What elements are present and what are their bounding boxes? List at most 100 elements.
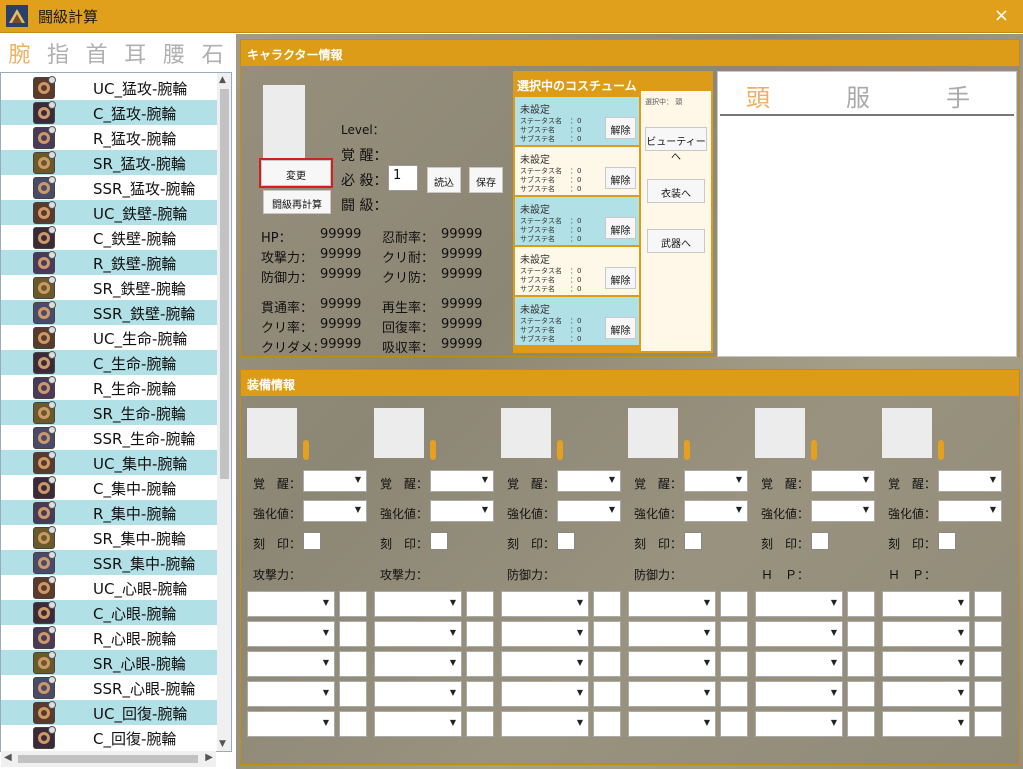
substat-value-input[interactable] xyxy=(593,681,621,707)
list-item[interactable]: R_猛攻-腕輪 xyxy=(1,125,218,150)
beauty-button[interactable]: ビューティーへ xyxy=(645,127,707,163)
release-button[interactable]: 解除 xyxy=(605,167,636,189)
substat-value-input[interactable] xyxy=(466,591,494,617)
substat-select[interactable]: ▼ xyxy=(501,621,589,647)
seal-checkbox[interactable] xyxy=(684,532,702,550)
awaken-select[interactable]: ▼ xyxy=(303,470,367,492)
enhance-select[interactable]: ▼ xyxy=(811,500,875,522)
substat-select[interactable]: ▼ xyxy=(882,681,970,707)
list-item[interactable]: R_生命-腕輪 xyxy=(1,375,218,400)
horizontal-scrollbar[interactable]: ◀ ▶ xyxy=(1,751,216,767)
substat-value-input[interactable] xyxy=(339,591,367,617)
tab-ring[interactable]: 指 xyxy=(47,37,69,69)
tab-bracelet[interactable]: 腕 xyxy=(8,37,30,69)
clothes-button[interactable]: 衣装へ xyxy=(647,179,705,203)
list-item[interactable]: UC_生命-腕輪 xyxy=(1,325,218,350)
awaken-select[interactable]: ▼ xyxy=(430,470,494,492)
scroll-up-icon[interactable]: ▲ xyxy=(219,75,226,85)
list-item[interactable]: SR_猛攻-腕輪 xyxy=(1,150,218,175)
tab-hand[interactable]: 手 xyxy=(946,78,970,113)
tab-clothes[interactable]: 服 xyxy=(846,78,870,113)
tab-ear[interactable]: 耳 xyxy=(124,37,146,69)
substat-select[interactable]: ▼ xyxy=(247,621,335,647)
substat-select[interactable]: ▼ xyxy=(628,651,716,677)
substat-select[interactable]: ▼ xyxy=(501,681,589,707)
substat-value-input[interactable] xyxy=(339,711,367,737)
awaken-select[interactable]: ▼ xyxy=(684,470,748,492)
substat-value-input[interactable] xyxy=(974,621,1002,647)
equip-image[interactable] xyxy=(755,408,805,458)
enhance-select[interactable]: ▼ xyxy=(938,500,1002,522)
substat-value-input[interactable] xyxy=(466,621,494,647)
list-item[interactable]: C_鉄壁-腕輪 xyxy=(1,225,218,250)
list-item[interactable]: SSR_生命-腕輪 xyxy=(1,425,218,450)
substat-select[interactable]: ▼ xyxy=(501,711,589,737)
substat-value-input[interactable] xyxy=(847,681,875,707)
equip-image[interactable] xyxy=(628,408,678,458)
substat-select[interactable]: ▼ xyxy=(755,621,843,647)
seal-checkbox[interactable] xyxy=(303,532,321,550)
substat-value-input[interactable] xyxy=(720,591,748,617)
list-item[interactable]: C_集中-腕輪 xyxy=(1,475,218,500)
special-input[interactable]: 1 xyxy=(388,165,418,191)
seal-checkbox[interactable] xyxy=(938,532,956,550)
list-item[interactable]: SSR_鉄壁-腕輪 xyxy=(1,300,218,325)
equip-image[interactable] xyxy=(501,408,551,458)
equip-image[interactable] xyxy=(374,408,424,458)
substat-select[interactable]: ▼ xyxy=(628,621,716,647)
substat-select[interactable]: ▼ xyxy=(628,711,716,737)
substat-value-input[interactable] xyxy=(466,651,494,677)
awaken-select[interactable]: ▼ xyxy=(938,470,1002,492)
substat-select[interactable]: ▼ xyxy=(755,681,843,707)
substat-select[interactable]: ▼ xyxy=(374,651,462,677)
substat-value-input[interactable] xyxy=(974,711,1002,737)
save-button[interactable]: 保存 xyxy=(469,167,503,193)
substat-value-input[interactable] xyxy=(847,711,875,737)
tab-head[interactable]: 頭 xyxy=(746,78,770,113)
load-button[interactable]: 読込 xyxy=(427,167,461,193)
substat-value-input[interactable] xyxy=(847,591,875,617)
substat-value-input[interactable] xyxy=(593,591,621,617)
substat-select[interactable]: ▼ xyxy=(882,711,970,737)
substat-value-input[interactable] xyxy=(720,621,748,647)
list-item[interactable]: SSR_猛攻-腕輪 xyxy=(1,175,218,200)
substat-select[interactable]: ▼ xyxy=(628,681,716,707)
release-button[interactable]: 解除 xyxy=(605,117,636,139)
substat-select[interactable]: ▼ xyxy=(882,591,970,617)
substat-select[interactable]: ▼ xyxy=(501,651,589,677)
enhance-select[interactable]: ▼ xyxy=(557,500,621,522)
tab-stone[interactable]: 石 xyxy=(202,37,224,69)
substat-select[interactable]: ▼ xyxy=(247,651,335,677)
substat-select[interactable]: ▼ xyxy=(755,591,843,617)
list-item[interactable]: UC_回復-腕輪 xyxy=(1,700,218,725)
list-item[interactable]: UC_心眼-腕輪 xyxy=(1,575,218,600)
list-item[interactable]: C_猛攻-腕輪 xyxy=(1,100,218,125)
substat-value-input[interactable] xyxy=(720,681,748,707)
seal-checkbox[interactable] xyxy=(811,532,829,550)
substat-value-input[interactable] xyxy=(847,651,875,677)
substat-select[interactable]: ▼ xyxy=(247,591,335,617)
substat-value-input[interactable] xyxy=(593,711,621,737)
substat-select[interactable]: ▼ xyxy=(882,651,970,677)
change-button[interactable]: 変更 xyxy=(259,158,333,188)
list-item[interactable]: R_集中-腕輪 xyxy=(1,500,218,525)
substat-select[interactable]: ▼ xyxy=(755,711,843,737)
list-item[interactable]: SSR_心眼-腕輪 xyxy=(1,675,218,700)
substat-value-input[interactable] xyxy=(974,681,1002,707)
substat-value-input[interactable] xyxy=(974,591,1002,617)
substat-select[interactable]: ▼ xyxy=(374,621,462,647)
list-item[interactable]: SR_心眼-腕輪 xyxy=(1,650,218,675)
list-item[interactable]: SR_鉄壁-腕輪 xyxy=(1,275,218,300)
substat-value-input[interactable] xyxy=(847,621,875,647)
enhance-select[interactable]: ▼ xyxy=(430,500,494,522)
scroll-thumb[interactable] xyxy=(220,89,229,479)
list-item[interactable]: UC_猛攻-腕輪 xyxy=(1,75,218,100)
substat-value-input[interactable] xyxy=(720,711,748,737)
tab-waist[interactable]: 腰 xyxy=(163,37,185,69)
substat-select[interactable]: ▼ xyxy=(628,591,716,617)
substat-select[interactable]: ▼ xyxy=(374,591,462,617)
scroll-down-icon[interactable]: ▼ xyxy=(219,739,226,749)
equip-image[interactable] xyxy=(882,408,932,458)
awaken-select[interactable]: ▼ xyxy=(811,470,875,492)
substat-value-input[interactable] xyxy=(974,651,1002,677)
